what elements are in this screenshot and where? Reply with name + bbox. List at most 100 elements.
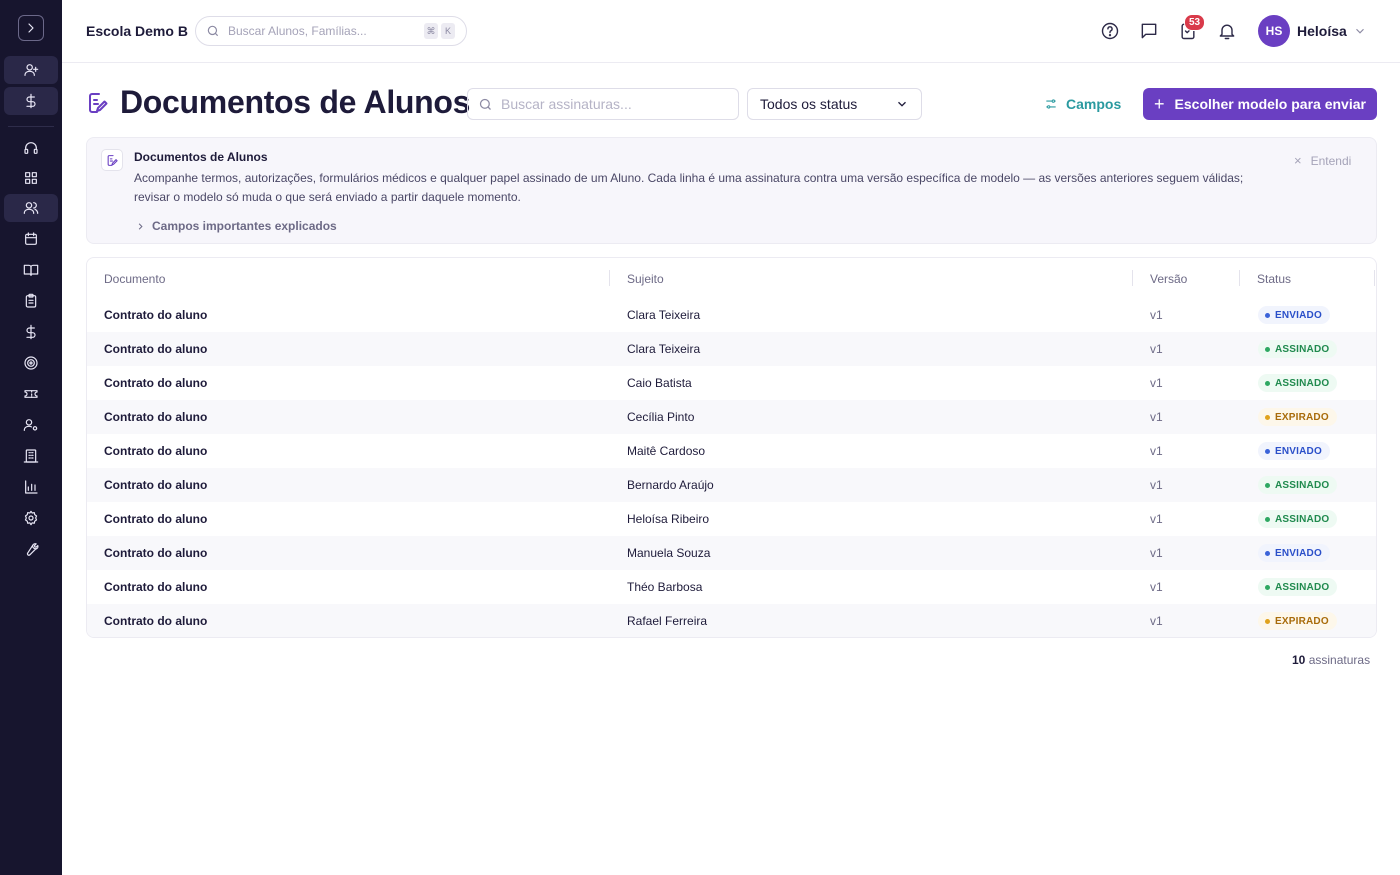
sidebar-item-staff[interactable]	[4, 411, 58, 439]
sidebar-item-reports[interactable]	[4, 473, 58, 501]
column-header-status[interactable]: Status	[1257, 272, 1291, 286]
cell-document[interactable]: Contrato do aluno	[104, 614, 207, 628]
cell-document[interactable]: Contrato do aluno	[104, 478, 207, 492]
table-row[interactable]: Contrato do aluno Bernardo Araújo v1 ASSINA…	[87, 468, 1376, 502]
cell-subject[interactable]: Maitê Cardoso	[627, 444, 705, 458]
cell-subject[interactable]: Clara Teixeira	[627, 342, 700, 356]
target-icon	[24, 356, 38, 370]
sidebar-item-finance-quick[interactable]	[4, 87, 58, 115]
banner-title: Documentos de Alunos	[134, 150, 268, 164]
page-title-icon	[86, 91, 110, 115]
user-avatar[interactable]: HS	[1258, 15, 1290, 47]
chat-icon	[1141, 23, 1157, 39]
sidebar-item-students[interactable]	[4, 194, 58, 222]
notifications-button[interactable]	[1217, 21, 1237, 41]
sidebar-item-settings[interactable]	[4, 504, 58, 532]
table-header: Documento Sujeito Versão Status	[87, 258, 1376, 298]
status-badge: EXPIRADO	[1258, 408, 1337, 426]
help-button[interactable]	[1100, 21, 1120, 41]
column-header-subject[interactable]: Sujeito	[627, 272, 664, 286]
sidebar-expand-button[interactable]	[18, 15, 44, 41]
status-label: ENVIADO	[1275, 547, 1322, 559]
banner-expand-toggle[interactable]: Campos importantes explicados	[135, 219, 337, 233]
status-filter-select[interactable]: Todos os status	[747, 88, 922, 120]
sidebar-item-dashboard[interactable]	[4, 164, 58, 192]
cell-subject[interactable]: Heloísa Ribeiro	[627, 512, 709, 526]
sidebar-item-tools[interactable]	[4, 535, 58, 563]
cell-document[interactable]: Contrato do aluno	[104, 546, 207, 560]
column-divider[interactable]	[1132, 270, 1133, 286]
cell-document[interactable]: Contrato do aluno	[104, 580, 207, 594]
cell-document[interactable]: Contrato do aluno	[104, 342, 207, 356]
kbd-cmd: ⌘	[424, 23, 438, 39]
column-header-version[interactable]: Versão	[1150, 272, 1187, 286]
cell-subject[interactable]: Rafael Ferreira	[627, 614, 707, 628]
sidebar-item-finance[interactable]	[4, 318, 58, 346]
cell-subject[interactable]: Cecília Pinto	[627, 410, 694, 424]
choose-template-button[interactable]: + Escolher modelo para enviar	[1143, 88, 1377, 120]
signature-search-input[interactable]: Buscar assinaturas...	[467, 88, 739, 120]
fields-button[interactable]: Campos	[1044, 96, 1121, 112]
table-row[interactable]: Contrato do aluno Clara Teixeira v1 ENVIADO	[87, 298, 1376, 332]
banner-text: Acompanhe termos, autorizações, formulár…	[134, 171, 1244, 204]
cell-document[interactable]: Contrato do aluno	[104, 308, 207, 322]
banner-dismiss-label: Entendi	[1310, 153, 1352, 168]
messages-button[interactable]	[1139, 21, 1159, 41]
sidebar-item-goals[interactable]	[4, 349, 58, 377]
bar-chart-icon	[25, 480, 38, 494]
table-row[interactable]: Contrato do aluno Manuela Souza v1 ENVIADO	[87, 536, 1376, 570]
status-dot	[1265, 550, 1270, 556]
user-name[interactable]: Heloísa	[1297, 23, 1347, 39]
status-dot	[1265, 516, 1270, 522]
global-search-input[interactable]: Buscar Alunos, Famílias... ⌘ K	[195, 16, 467, 46]
headset-icon	[24, 142, 38, 154]
cell-document[interactable]: Contrato do aluno	[104, 512, 207, 526]
table-row[interactable]: Contrato do aluno Clara Teixeira v1 ASSINAD…	[87, 332, 1376, 366]
table-row[interactable]: Contrato do aluno Théo Barbosa v1 ASSINADO	[87, 570, 1376, 604]
table-row[interactable]: Contrato do aluno Caio Batista v1 ASSINADO	[87, 366, 1376, 400]
cell-subject[interactable]: Clara Teixeira	[627, 308, 700, 322]
table-row[interactable]: Contrato do aluno Cecília Pinto v1 EXPIRADO	[87, 400, 1376, 434]
sidebar-item-support[interactable]	[4, 134, 58, 162]
chevron-down-icon	[1356, 28, 1364, 34]
cell-document[interactable]: Contrato do aluno	[104, 444, 207, 458]
sidebar-item-tasks[interactable]	[4, 287, 58, 315]
global-search-placeholder: Buscar Alunos, Famílias...	[228, 24, 367, 38]
status-label: ASSINADO	[1275, 479, 1330, 491]
search-icon	[479, 98, 491, 110]
cell-version: v1	[1150, 546, 1163, 560]
sidebar-item-school[interactable]	[4, 442, 58, 470]
status-dot	[1265, 414, 1270, 420]
column-divider[interactable]	[1239, 270, 1240, 286]
status-badge: EXPIRADO	[1258, 612, 1337, 630]
sidebar-item-courses[interactable]	[4, 256, 58, 284]
column-divider[interactable]	[1374, 270, 1375, 286]
dashboard-icon	[25, 172, 37, 184]
banner-dismiss-button[interactable]: × Entendi	[1294, 153, 1351, 168]
table-row[interactable]: Contrato do aluno Rafael Ferreira v1 EXPIRA…	[87, 604, 1376, 637]
table-row[interactable]: Contrato do aluno Heloísa Ribeiro v1 ASSINA…	[87, 502, 1376, 536]
user-menu-toggle[interactable]	[1353, 24, 1367, 43]
cell-document[interactable]: Contrato do aluno	[104, 376, 207, 390]
sidebar	[0, 0, 62, 875]
cell-document[interactable]: Contrato do aluno	[104, 410, 207, 424]
cell-subject[interactable]: Bernardo Araújo	[627, 478, 714, 492]
help-circle-icon	[1101, 22, 1119, 40]
column-divider[interactable]	[609, 270, 610, 286]
cell-subject[interactable]: Théo Barbosa	[627, 580, 702, 594]
fields-button-label: Campos	[1066, 96, 1122, 112]
table-row[interactable]: Contrato do aluno Maitê Cardoso v1 ENVIADO	[87, 434, 1376, 468]
sidebar-item-tickets[interactable]	[4, 380, 58, 408]
document-edit-icon	[89, 93, 108, 113]
cell-subject[interactable]: Manuela Souza	[627, 546, 710, 560]
search-icon	[207, 25, 219, 37]
cell-version: v1	[1150, 308, 1163, 322]
status-label: ASSINADO	[1275, 513, 1330, 525]
sidebar-item-calendar[interactable]	[4, 225, 58, 253]
cell-subject[interactable]: Caio Batista	[627, 376, 692, 390]
sliders-icon	[1046, 99, 1056, 109]
sidebar-item-add-user[interactable]	[4, 56, 58, 84]
column-header-document[interactable]: Documento	[104, 272, 165, 286]
status-badge: ENVIADO	[1258, 544, 1330, 562]
dollar-icon	[26, 93, 36, 109]
